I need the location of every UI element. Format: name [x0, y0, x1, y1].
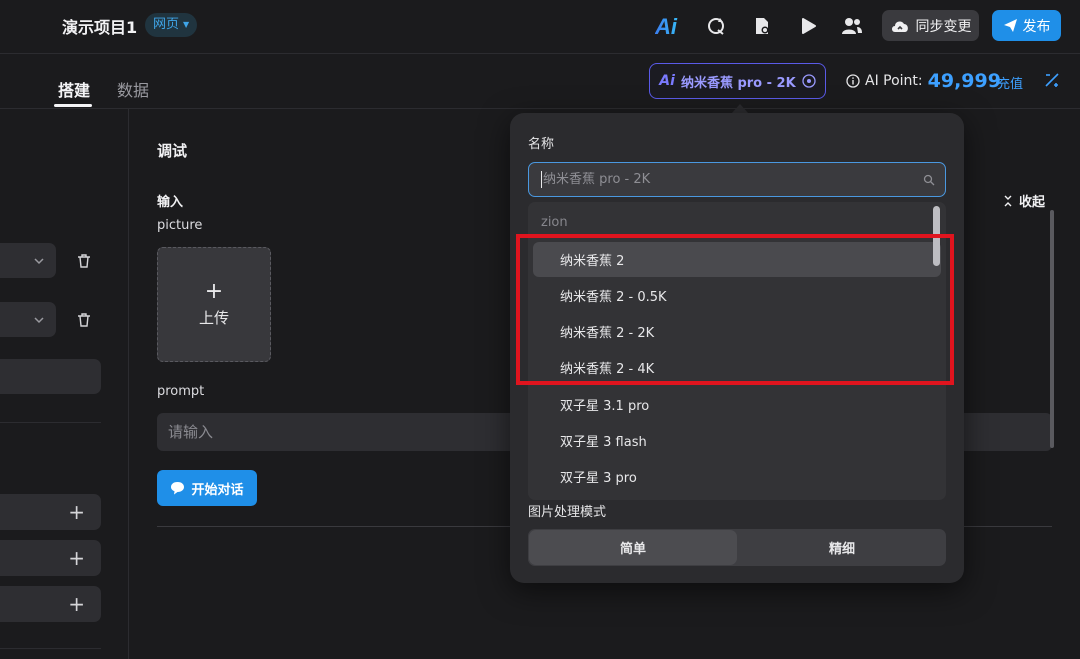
input-section-label: 输入	[157, 195, 184, 210]
chevron-down-icon	[34, 258, 44, 265]
tab-build[interactable]: 搭建	[58, 77, 90, 101]
left-select-2[interactable]	[0, 302, 56, 337]
left-divider	[0, 422, 101, 423]
publish-label: 发布	[1022, 18, 1051, 35]
prompt-label: prompt	[157, 384, 205, 399]
refresh-icon[interactable]	[704, 14, 728, 38]
chevron-down-icon	[34, 317, 44, 324]
trash-icon[interactable]	[76, 312, 92, 328]
plus-icon: +	[204, 279, 224, 304]
left-add-row-1[interactable]: +	[0, 494, 101, 530]
dropdown-name-label: 名称	[528, 137, 555, 152]
left-add-row-3[interactable]: +	[0, 586, 101, 622]
chat-bubble-icon	[171, 482, 185, 495]
start-chat-button[interactable]: 开始对话	[157, 470, 257, 506]
model-selector-label: 纳米香蕉 pro - 2K	[680, 75, 796, 91]
left-panel-divider	[128, 109, 129, 659]
highlight-annotation	[516, 234, 954, 385]
plus-icon: +	[68, 592, 85, 616]
start-chat-label: 开始对话	[191, 482, 244, 498]
project-type-badge[interactable]: 网页 ▼	[145, 13, 198, 37]
cloud-sync-icon	[891, 21, 908, 32]
ai-point-display: AI Point: 49,999	[846, 70, 1001, 92]
image-mode-label: 图片处理模式	[528, 505, 607, 520]
collapse-label: 收起	[1019, 195, 1046, 210]
ai-logo-svg: Ai	[655, 15, 678, 37]
app-window: 演示项目1 网页 ▼ Ai 同步变更 发布 搭建 数据 Ai 纳米香蕉 pro …	[0, 0, 1080, 659]
percent-icon[interactable]	[1043, 71, 1061, 89]
top-bar: 演示项目1 网页 ▼ Ai 同步变更 发布	[0, 0, 1080, 54]
play-icon[interactable]	[796, 14, 820, 38]
left-add-row-2[interactable]: +	[0, 540, 101, 576]
file-settings-icon[interactable]	[750, 14, 774, 38]
collapse-icon	[1004, 195, 1012, 206]
plus-icon: +	[68, 546, 85, 570]
right-scrollbar[interactable]	[1050, 210, 1054, 448]
ai-logo-text: Ai	[655, 15, 678, 37]
option-group-label: zion	[541, 215, 568, 230]
project-title[interactable]: 演示项目1	[62, 14, 137, 38]
plus-icon: +	[68, 500, 85, 524]
publish-button[interactable]: 发布	[992, 10, 1061, 41]
ai-point-label: AI Point:	[865, 73, 923, 89]
mode-fine-button[interactable]: 精细	[738, 529, 946, 566]
ai-logo-icon[interactable]: Ai	[655, 14, 687, 38]
ai-point-value: 49,999	[927, 70, 1001, 92]
trash-icon[interactable]	[76, 253, 92, 269]
model-option[interactable]: 双子星 3 flash	[533, 423, 941, 458]
model-search-field[interactable]	[528, 162, 946, 197]
sync-changes-label: 同步变更	[915, 18, 972, 35]
image-mode-toggle: 简单 精细	[528, 529, 946, 566]
ai-model-icon: Ai	[659, 73, 675, 89]
model-selector-button[interactable]: Ai 纳米香蕉 pro - 2K	[649, 63, 826, 99]
mode-simple-button[interactable]: 简单	[529, 530, 737, 565]
recharge-link[interactable]: 充值	[997, 73, 1023, 92]
collapse-button[interactable]: 收起	[1003, 191, 1045, 210]
left-select-1[interactable]	[0, 243, 56, 278]
left-divider	[0, 648, 101, 649]
left-input-field[interactable]	[0, 359, 101, 394]
debug-title: 调试	[157, 142, 188, 160]
subbar-divider	[0, 108, 1080, 109]
model-option[interactable]: 双子星 3.1 pro	[533, 387, 941, 422]
picture-label: picture	[157, 218, 203, 233]
model-option[interactable]: 双子星 3 pro	[533, 459, 941, 494]
send-icon	[1003, 19, 1017, 32]
caret-down-icon: ▼	[183, 20, 190, 29]
upload-picture-button[interactable]: + 上传	[157, 247, 271, 362]
active-tab-indicator	[54, 104, 92, 107]
tab-data[interactable]: 数据	[117, 77, 149, 101]
text-cursor	[541, 171, 542, 188]
project-type-label: 网页	[153, 17, 180, 32]
upload-label: 上传	[198, 309, 229, 327]
info-icon[interactable]	[846, 74, 860, 88]
search-icon	[923, 174, 935, 185]
sync-changes-button[interactable]: 同步变更	[882, 10, 979, 41]
model-search-input[interactable]	[543, 172, 923, 187]
target-icon	[802, 74, 816, 88]
users-icon[interactable]	[840, 14, 864, 38]
